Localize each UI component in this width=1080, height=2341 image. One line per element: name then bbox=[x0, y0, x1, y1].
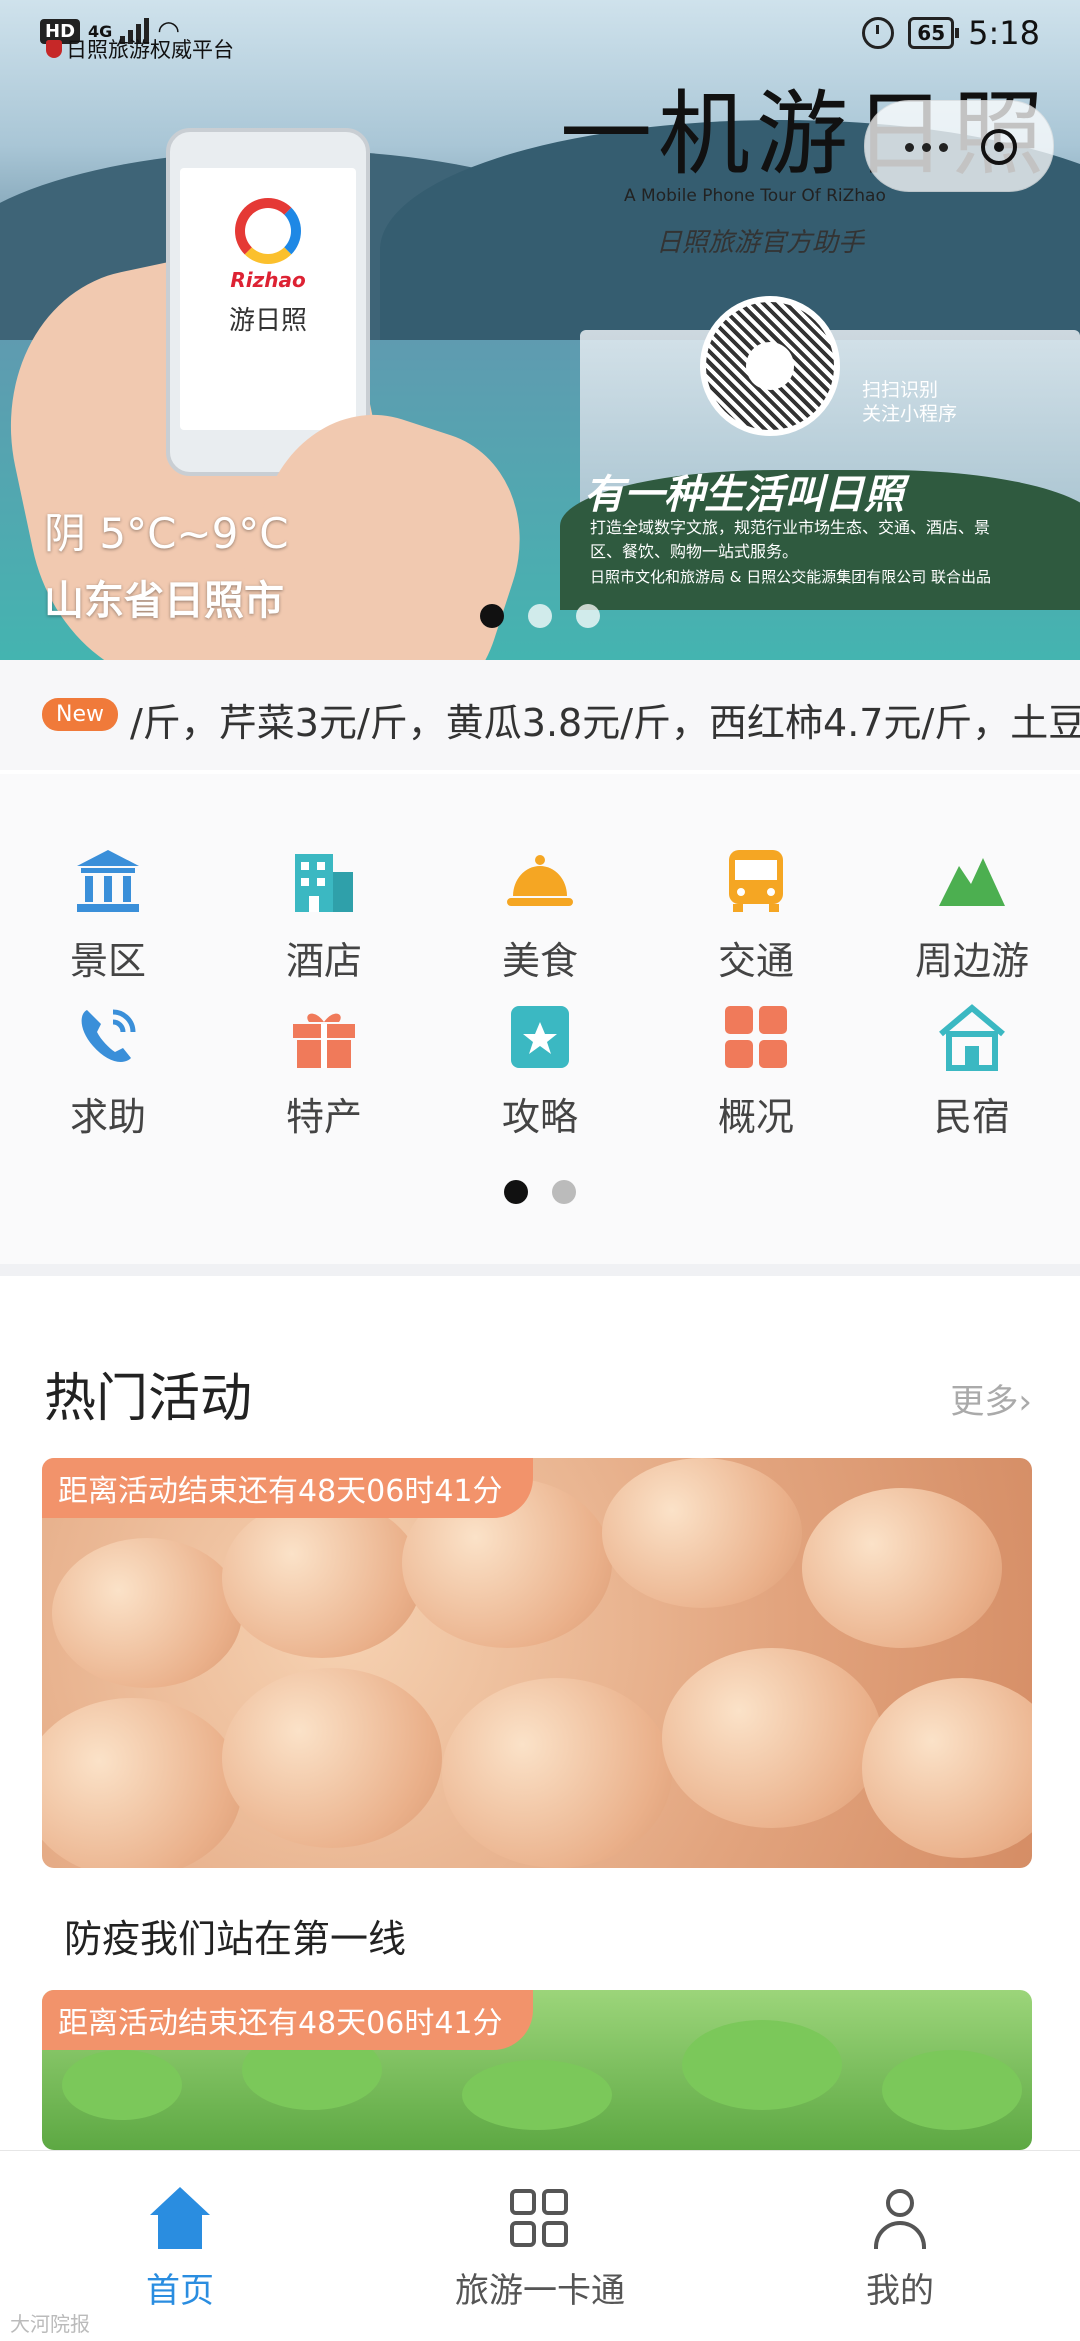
category-label: 攻略 bbox=[501, 1095, 578, 1139]
category-nearby[interactable]: 周边游 bbox=[864, 846, 1080, 985]
banner-carousel[interactable]: Rizhao 游日照 一机游日照 A Mobile Phone Tour Of … bbox=[0, 0, 1080, 660]
category-label: 概况 bbox=[717, 1095, 794, 1139]
section-title: 热门活动 bbox=[44, 1369, 253, 1429]
banner-dot[interactable] bbox=[480, 604, 504, 628]
phone-call-icon bbox=[73, 1002, 143, 1072]
alarm-icon bbox=[862, 17, 895, 49]
countdown-badge: 距离活动结束还有48天06时41分 bbox=[42, 1990, 533, 2050]
category-grid: 景区 酒店 美食 交通 周边游 求助 特产 攻略 概况 民宿 bbox=[0, 774, 1080, 1276]
nav-label: 旅游一卡通 bbox=[455, 2271, 625, 2311]
activity-caption[interactable]: 防疫我们站在第一线 bbox=[64, 1908, 406, 1963]
nav-travel-card[interactable]: 旅游一卡通 bbox=[390, 2187, 690, 2312]
category-food[interactable]: 美食 bbox=[432, 846, 648, 985]
category-label: 民宿 bbox=[933, 1095, 1010, 1139]
bottom-navigation: 首页 旅游一卡通 我的 bbox=[0, 2150, 1080, 2341]
hotel-icon bbox=[289, 846, 359, 916]
shield-icon bbox=[46, 40, 62, 58]
city-name[interactable]: 山东省日照市 bbox=[44, 568, 284, 626]
countdown-badge: 距离活动结束还有48天06时41分 bbox=[42, 1458, 533, 1518]
nav-home[interactable]: 首页 bbox=[30, 2187, 330, 2312]
category-overview[interactable]: 概况 bbox=[648, 1002, 864, 1141]
more-label: 更多 bbox=[950, 1382, 1019, 1422]
category-specialty[interactable]: 特产 bbox=[216, 1002, 432, 1141]
homestay-icon bbox=[937, 1002, 1007, 1072]
category-scenic[interactable]: 景区 bbox=[0, 846, 216, 985]
category-label: 景区 bbox=[69, 939, 146, 983]
banner-dot[interactable] bbox=[528, 604, 552, 628]
food-cloche-icon bbox=[505, 846, 575, 916]
bus-icon bbox=[721, 846, 791, 916]
overview-grid-icon bbox=[721, 1002, 791, 1072]
category-transport[interactable]: 交通 bbox=[648, 846, 864, 985]
nav-label: 我的 bbox=[866, 2271, 934, 2311]
category-label: 求助 bbox=[69, 1095, 146, 1139]
banner-helper-text: 日照旅游官方助手 bbox=[656, 228, 865, 258]
scenic-spot-icon bbox=[73, 846, 143, 916]
card-grid-icon bbox=[508, 2187, 572, 2251]
category-label: 周边游 bbox=[914, 939, 1029, 983]
chevron-right-icon: › bbox=[1018, 1382, 1032, 1422]
category-label: 美食 bbox=[501, 939, 578, 983]
user-icon bbox=[868, 2187, 932, 2251]
category-guide[interactable]: 攻略 bbox=[432, 1002, 648, 1141]
banner-pagination bbox=[480, 604, 600, 628]
gift-icon bbox=[289, 1002, 359, 1072]
banner-slogan: 有一种生活叫日照 bbox=[584, 472, 904, 518]
activity-card[interactable]: 距离活动结束还有48天06时41分 bbox=[42, 1990, 1032, 2150]
activity-card[interactable]: 距离活动结束还有48天06时41分 bbox=[42, 1458, 1032, 1868]
nav-label: 首页 bbox=[146, 2271, 214, 2311]
category-pagination bbox=[504, 1180, 576, 1204]
category-label: 交通 bbox=[717, 939, 794, 983]
qr-label-line2: 关注小程序 bbox=[862, 403, 958, 425]
weather-text: 阴 5°C~9°C bbox=[44, 509, 289, 558]
more-link[interactable]: 更多› bbox=[950, 1374, 1032, 1423]
banner-description: 打造全域数字文旅，规范行业市场生态、交通、酒店、景区、餐饮、购物一站式服务。 bbox=[590, 518, 991, 561]
qr-label-line1: 扫扫识别 bbox=[862, 379, 939, 401]
category-label: 特产 bbox=[285, 1095, 362, 1139]
category-homestay[interactable]: 民宿 bbox=[864, 1002, 1080, 1141]
nav-profile[interactable]: 我的 bbox=[750, 2187, 1050, 2312]
status-bar: HD 4G ◠ 日照旅游权威平台 65 5:18 bbox=[0, 0, 1080, 80]
phone-screen: Rizhao 游日照 bbox=[180, 168, 356, 430]
clock: 5:18 bbox=[968, 14, 1040, 52]
footer-watermark: 大河院报 bbox=[10, 2312, 90, 2336]
ticker-text: /斤，芹菜3元/斤，黄瓜3.8元/斤，西红柿4.7元/斤，土豆 bbox=[130, 701, 1080, 745]
close-mini-program-icon[interactable] bbox=[981, 129, 1017, 165]
battery-icon: 65 bbox=[908, 17, 959, 49]
banner-sponsor: 日照市文化和旅游局 & 日照公交能源集团有限公司 联合出品 bbox=[590, 568, 992, 586]
category-page-dot[interactable] bbox=[504, 1180, 528, 1204]
new-badge: New bbox=[42, 698, 118, 731]
mini-program-capsule bbox=[864, 100, 1054, 192]
mountain-icon bbox=[937, 846, 1007, 916]
home-icon bbox=[148, 2187, 212, 2251]
more-options-icon[interactable] bbox=[905, 143, 948, 152]
category-page-dot[interactable] bbox=[552, 1180, 576, 1204]
category-hotel[interactable]: 酒店 bbox=[216, 846, 432, 985]
phone-app-name: 游日照 bbox=[228, 306, 307, 336]
source-watermark: 日照旅游权威平台 bbox=[46, 34, 234, 64]
category-help[interactable]: 求助 bbox=[0, 1002, 216, 1141]
price-ticker[interactable]: /斤，芹菜3元/斤，黄瓜3.8元/斤，西红柿4.7元/斤，土豆 New bbox=[0, 660, 1080, 770]
guide-book-icon bbox=[505, 1002, 575, 1072]
banner-dot[interactable] bbox=[576, 604, 600, 628]
rizhao-logo-icon bbox=[235, 198, 301, 264]
source-watermark-text: 日照旅游权威平台 bbox=[66, 38, 234, 62]
phone-brand: Rizhao bbox=[230, 268, 306, 292]
category-label: 酒店 bbox=[285, 939, 362, 983]
status-right: 65 5:18 bbox=[862, 14, 1040, 52]
qr-label: 扫扫识别 关注小程序 bbox=[862, 378, 957, 426]
qr-code-icon bbox=[700, 296, 840, 436]
banner-subtitle: A Mobile Phone Tour Of RiZhao bbox=[624, 186, 886, 206]
